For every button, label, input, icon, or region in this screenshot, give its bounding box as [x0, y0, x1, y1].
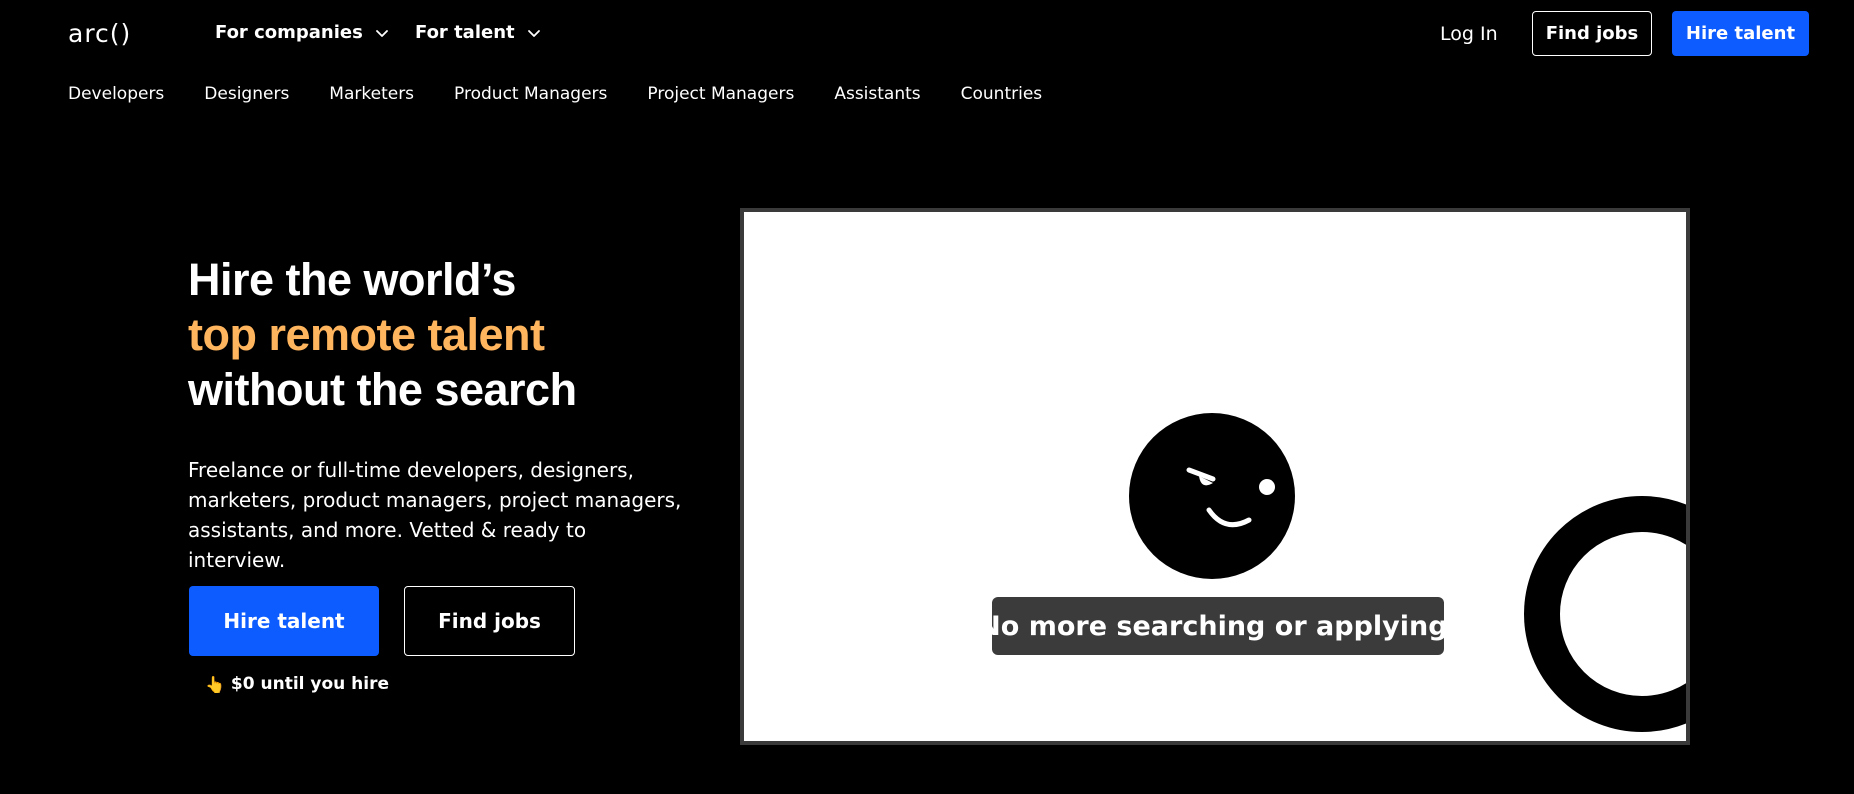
for-companies-dropdown[interactable]: For companies — [215, 22, 389, 43]
arc-logo[interactable]: arc() — [68, 19, 131, 48]
nav-product-managers[interactable]: Product Managers — [454, 84, 607, 104]
nav-marketers[interactable]: Marketers — [329, 84, 414, 104]
winking-face-icon — [1129, 413, 1295, 579]
hero-title: Hire the world’s top remote talent witho… — [188, 252, 577, 417]
nav-project-managers[interactable]: Project Managers — [647, 84, 794, 104]
category-nav: Developers Designers Marketers Product M… — [68, 84, 1082, 104]
nav-designers[interactable]: Designers — [204, 84, 289, 104]
hero-title-line3: without the search — [188, 364, 577, 415]
for-companies-label: For companies — [215, 22, 363, 43]
hero-find-jobs-button[interactable]: Find jobs — [404, 586, 575, 656]
hero-title-accent: top remote talent — [188, 309, 545, 360]
login-link[interactable]: Log In — [1440, 23, 1498, 45]
nav-developers[interactable]: Developers — [68, 84, 164, 104]
hire-talent-button[interactable]: Hire talent — [1672, 11, 1809, 56]
ring-shape — [1524, 496, 1686, 732]
for-talent-label: For talent — [415, 22, 515, 43]
find-jobs-button[interactable]: Find jobs — [1532, 11, 1652, 56]
nav-countries[interactable]: Countries — [961, 84, 1043, 104]
hero-hire-talent-button[interactable]: Hire talent — [189, 586, 379, 656]
pointing-hand-icon: 👆 — [205, 674, 225, 694]
chevron-down-icon — [527, 29, 540, 37]
pricing-note: 👆 $0 until you hire — [205, 674, 389, 694]
pricing-note-text: $0 until you hire — [230, 674, 390, 694]
for-talent-dropdown[interactable]: For talent — [415, 22, 541, 43]
page: arc() For companies For talent Log In Fi… — [0, 0, 1854, 794]
hero-title-line1: Hire the world’s — [188, 254, 516, 305]
nav-assistants[interactable]: Assistants — [834, 84, 920, 104]
chevron-down-icon — [375, 29, 388, 37]
hero-description: Freelance or full-time developers, desig… — [188, 458, 682, 572]
video-caption: No more searching or applying. — [978, 597, 1458, 655]
hero-video[interactable]: No more searching or applying. — [740, 208, 1690, 745]
